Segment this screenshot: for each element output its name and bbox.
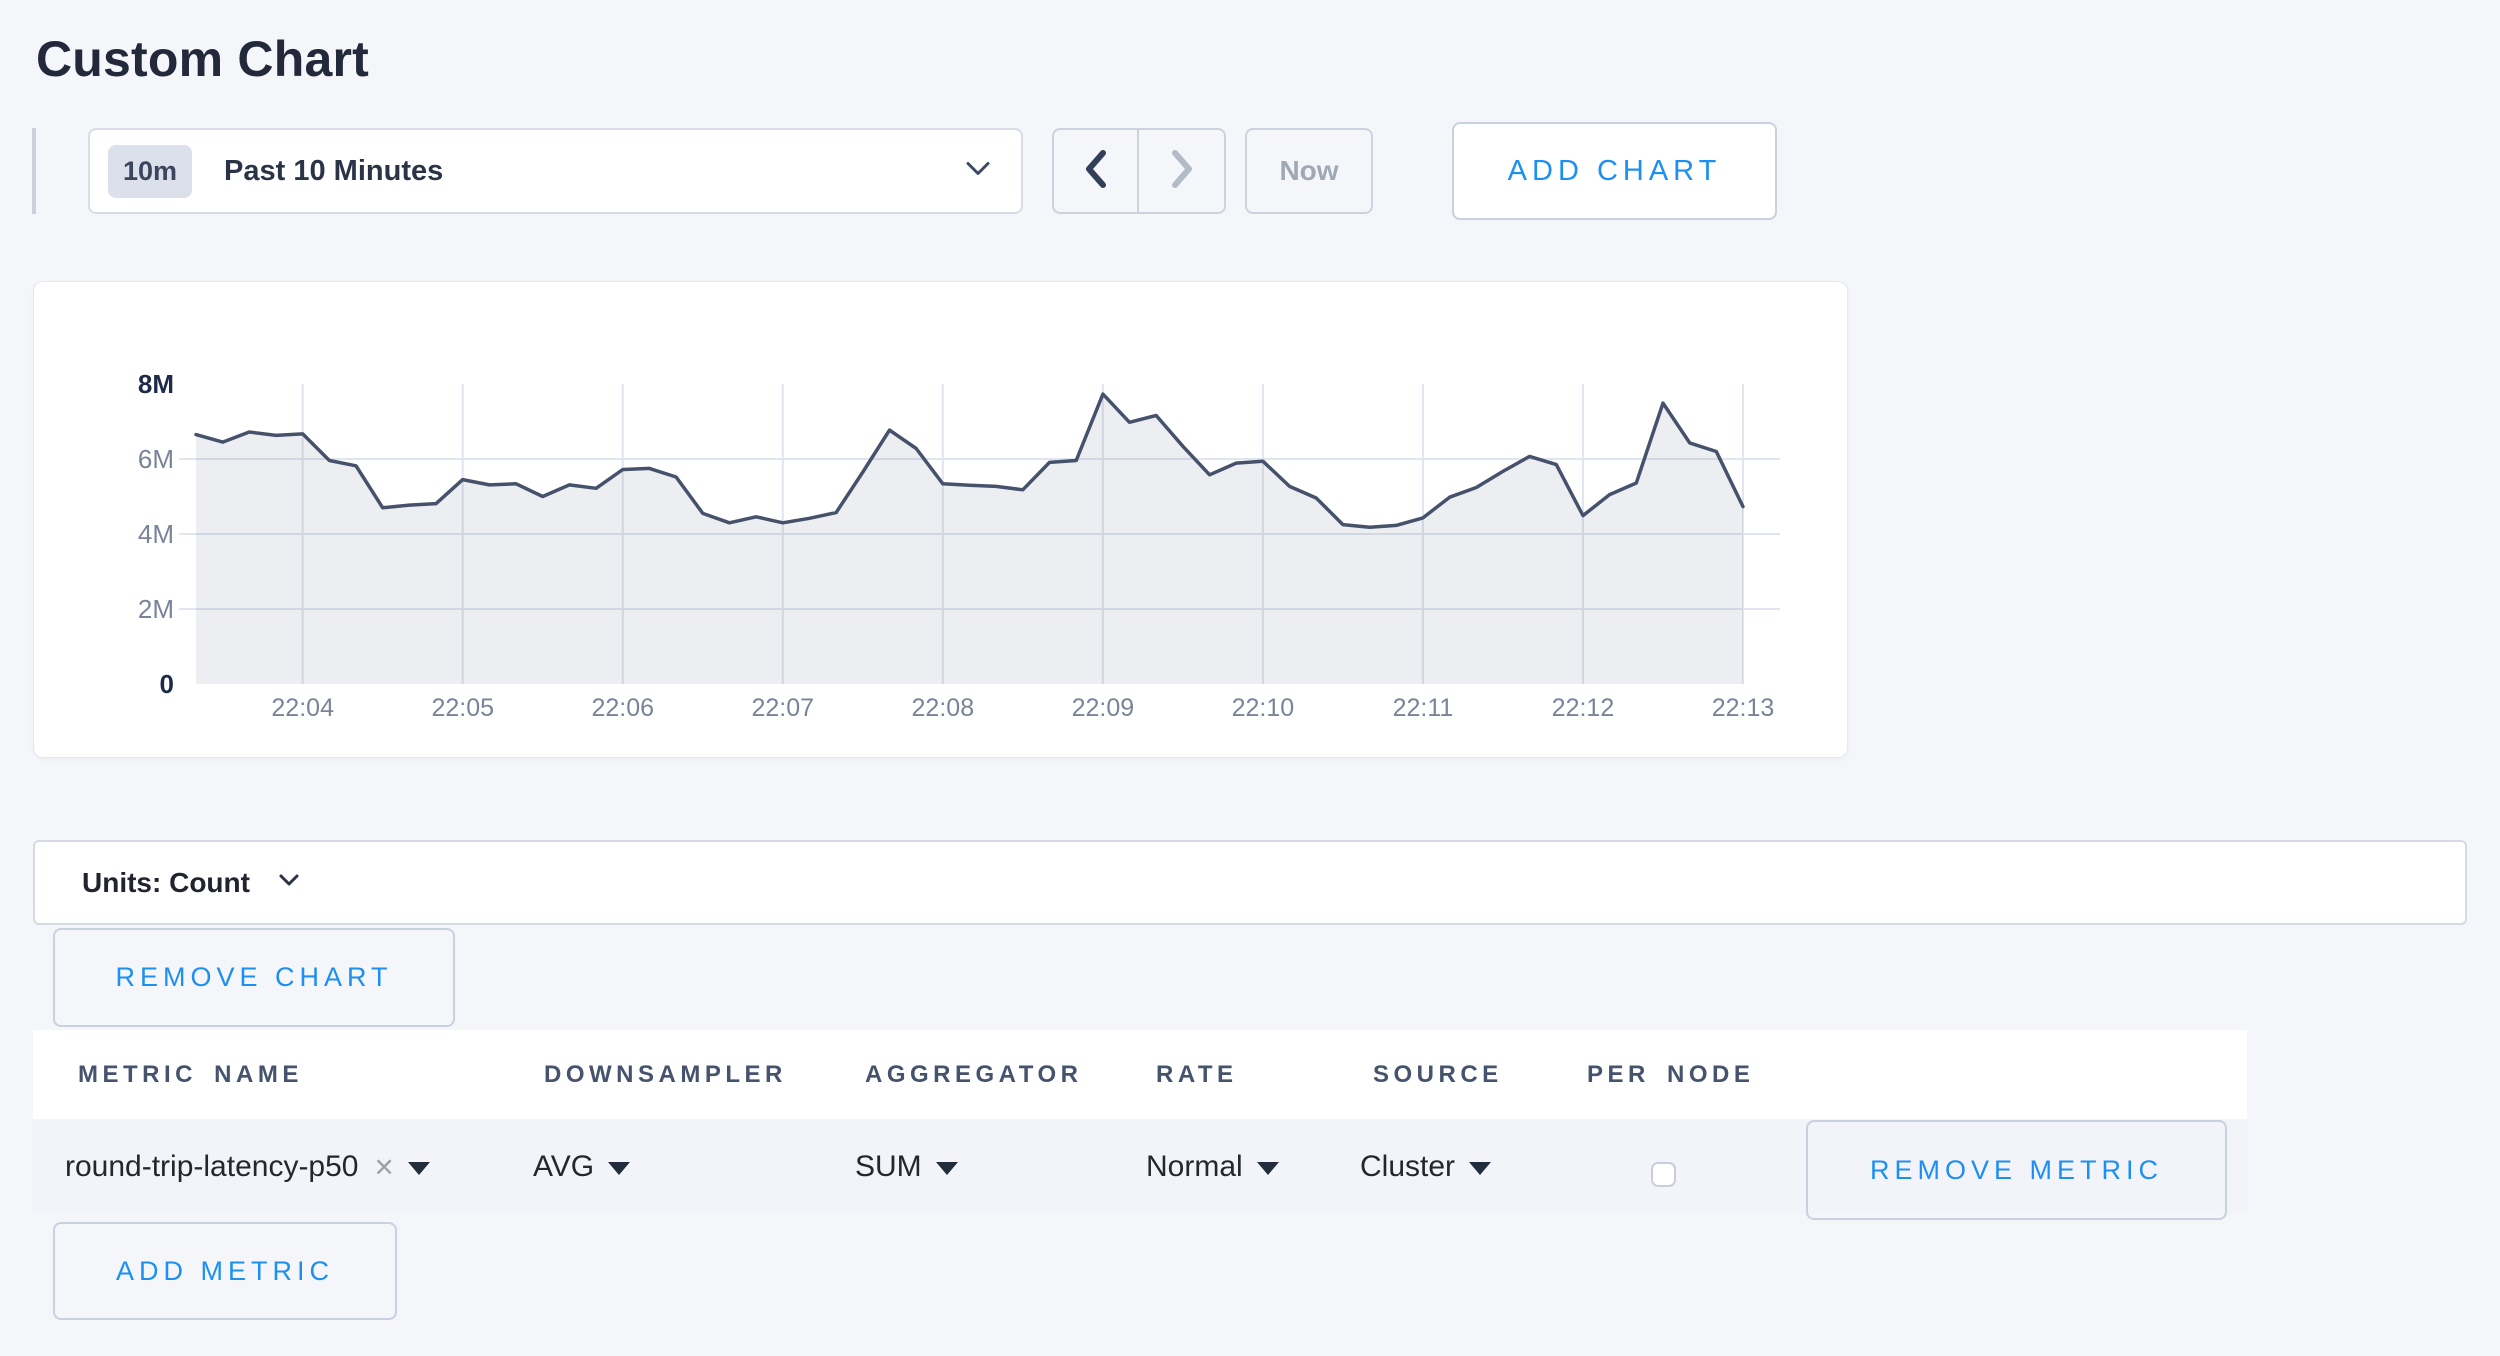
y-axis-label: 8M bbox=[138, 369, 174, 399]
col-header-source: SOURCE bbox=[1373, 1030, 1503, 1119]
x-axis-label: 22:07 bbox=[752, 694, 815, 722]
chevron-right-icon bbox=[1169, 148, 1195, 195]
x-axis-label: 22:13 bbox=[1712, 694, 1775, 722]
chevron-left-icon bbox=[1083, 148, 1109, 195]
x-axis-label: 22:08 bbox=[912, 694, 975, 722]
time-range-badge: 10m bbox=[108, 145, 192, 198]
x-axis-label: 22:10 bbox=[1232, 694, 1295, 722]
metrics-table-header: METRIC NAME DOWNSAMPLER AGGREGATOR RATE … bbox=[33, 1030, 2247, 1119]
page-title: Custom Chart bbox=[36, 30, 369, 88]
y-axis-label: 0 bbox=[160, 669, 174, 699]
source-dropdown[interactable]: Cluster bbox=[1360, 1119, 1491, 1214]
remove-metric-button[interactable]: REMOVE METRIC bbox=[1806, 1120, 2227, 1220]
chart-area-fill bbox=[196, 394, 1743, 684]
timescale-accent-divider bbox=[32, 128, 36, 214]
caret-down-icon bbox=[408, 1162, 430, 1175]
downsampler-value: AVG bbox=[533, 1150, 594, 1184]
x-axis-label: 22:05 bbox=[431, 694, 494, 722]
time-range-dropdown[interactable]: 10m Past 10 Minutes bbox=[88, 128, 1023, 214]
metric-name-dropdown[interactable]: round-trip-latency-p50 × bbox=[65, 1119, 430, 1214]
source-value: Cluster bbox=[1360, 1150, 1455, 1184]
step-forward-button[interactable] bbox=[1139, 130, 1224, 212]
col-header-downsampler: DOWNSAMPLER bbox=[544, 1030, 787, 1119]
metric-name-value: round-trip-latency-p50 bbox=[65, 1150, 358, 1184]
caret-down-icon bbox=[1257, 1162, 1279, 1175]
aggregator-dropdown[interactable]: SUM bbox=[855, 1119, 958, 1214]
custom-chart-plot: 8M 6M 4M 2M 0 22:04 22:05 22:06 22:07 22:08 22:09 2… bbox=[34, 282, 1849, 759]
caret-down-icon bbox=[936, 1162, 958, 1175]
chevron-down-icon bbox=[965, 160, 991, 182]
col-header-metric-name: METRIC NAME bbox=[78, 1030, 303, 1119]
x-axis-label: 22:12 bbox=[1552, 694, 1615, 722]
downsampler-dropdown[interactable]: AVG bbox=[533, 1119, 630, 1214]
clear-metric-icon[interactable]: × bbox=[374, 1148, 393, 1186]
col-header-aggregator: AGGREGATOR bbox=[865, 1030, 1082, 1119]
time-range-label: Past 10 Minutes bbox=[224, 155, 443, 188]
y-axis-label: 2M bbox=[138, 594, 174, 624]
add-chart-button[interactable]: ADD CHART bbox=[1452, 122, 1777, 220]
units-label: Units: Count bbox=[82, 867, 250, 899]
aggregator-value: SUM bbox=[855, 1150, 922, 1184]
time-step-button-group bbox=[1052, 128, 1226, 214]
step-back-button[interactable] bbox=[1054, 130, 1139, 212]
add-metric-button[interactable]: ADD METRIC bbox=[53, 1222, 397, 1320]
col-header-per-node: PER NODE bbox=[1587, 1030, 1754, 1119]
col-header-rate: RATE bbox=[1156, 1030, 1238, 1119]
units-dropdown[interactable]: Units: Count bbox=[33, 840, 2467, 925]
x-axis-label: 22:11 bbox=[1393, 694, 1454, 722]
caret-down-icon bbox=[608, 1162, 630, 1175]
caret-down-icon bbox=[1469, 1162, 1491, 1175]
rate-value: Normal bbox=[1146, 1150, 1243, 1184]
x-axis-label: 22:06 bbox=[591, 694, 654, 722]
rate-dropdown[interactable]: Normal bbox=[1146, 1119, 1279, 1214]
chevron-down-icon bbox=[278, 873, 300, 892]
chart-card: 8M 6M 4M 2M 0 22:04 22:05 22:06 22:07 22:08 22:09 2… bbox=[33, 281, 1848, 758]
y-axis-label: 6M bbox=[138, 444, 174, 474]
per-node-checkbox[interactable] bbox=[1651, 1162, 1676, 1187]
x-axis-label: 22:09 bbox=[1072, 694, 1135, 722]
y-axis-label: 4M bbox=[138, 519, 174, 549]
remove-chart-button[interactable]: REMOVE CHART bbox=[53, 928, 455, 1027]
now-button[interactable]: Now bbox=[1245, 128, 1373, 214]
x-axis-label: 22:04 bbox=[271, 694, 334, 722]
